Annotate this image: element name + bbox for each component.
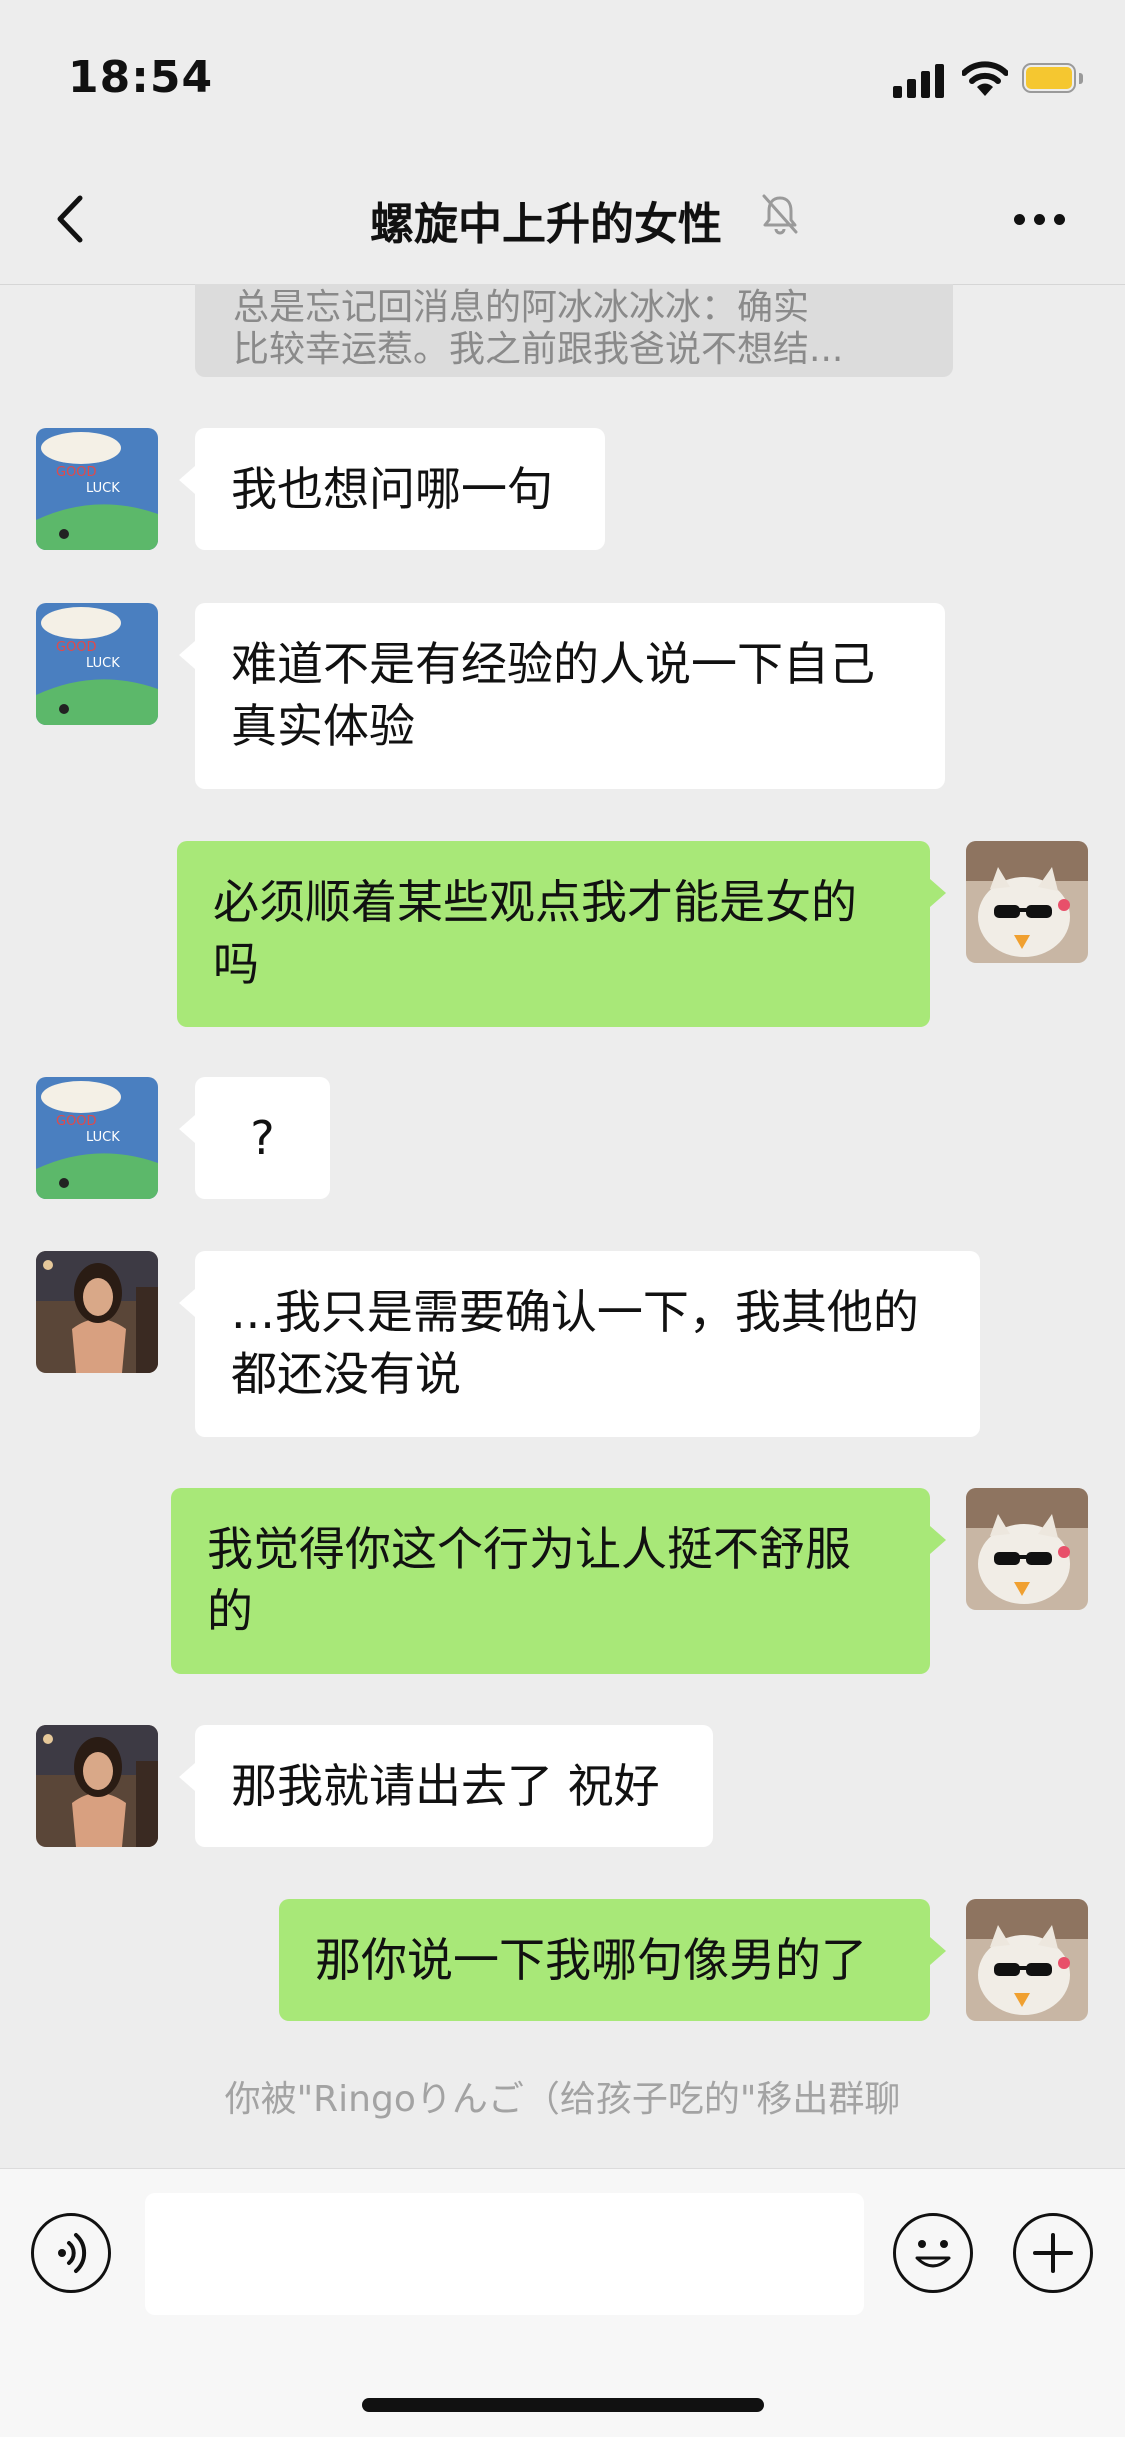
avatar-text: LUCK <box>86 1130 120 1145</box>
avatar-text: GOOD <box>56 640 97 655</box>
quoted-message-line: 比较幸运惹。我之前跟我爸说不想结... <box>233 329 844 370</box>
plus-icon[interactable] <box>1013 2213 1093 2293</box>
message-bubble[interactable]: 那我就请出去了 祝好 <box>179 1725 713 1847</box>
good-luck-avatar[interactable]: GOOD LUCK <box>36 428 158 550</box>
chat-title[interactable]: 螺旋中上升的女性 <box>370 188 722 252</box>
mute-bell-icon <box>762 194 798 235</box>
good-luck-avatar[interactable]: GOOD LUCK <box>36 603 158 725</box>
message-bubble[interactable]: 我觉得你这个行为让人挺不舒服的 <box>171 1488 946 1674</box>
cat-sunglasses-avatar[interactable] <box>966 1899 1088 2021</box>
system-notice: 你被"Ringoりんご（给孩子吃的"移出群聊 <box>224 2079 901 2120</box>
status-time: 18:54 <box>68 52 214 103</box>
quoted-message[interactable]: 总是忘记回消息的阿冰冰冰冰：确实 比较幸运惹。我之前跟我爸说不想结... <box>195 284 953 377</box>
woman-photo-avatar[interactable] <box>36 1251 158 1373</box>
woman-photo-avatar[interactable] <box>36 1725 158 1847</box>
voice-icon[interactable] <box>31 2213 111 2293</box>
input-bar <box>0 2168 1125 2437</box>
message-bubble[interactable]: ? <box>179 1077 330 1199</box>
avatar-text: GOOD <box>56 1114 97 1129</box>
good-luck-avatar[interactable]: GOOD LUCK <box>36 1077 158 1199</box>
emoji-icon[interactable] <box>893 2213 973 2293</box>
cat-sunglasses-avatar[interactable] <box>966 1488 1088 1610</box>
avatar-text: LUCK <box>86 481 120 496</box>
message-bubble[interactable]: ...我只是需要确认一下，我其他的都还没有说 <box>179 1251 980 1437</box>
nav-bar: 螺旋中上升的女性 <box>0 160 1125 285</box>
more-icon[interactable] <box>1010 210 1070 230</box>
cat-sunglasses-avatar[interactable] <box>966 841 1088 963</box>
avatar-text: GOOD <box>56 465 97 480</box>
message-bubble[interactable]: 必须顺着某些观点我才能是女的吗 <box>177 841 946 1027</box>
message-bubble[interactable]: 难道不是有经验的人说一下自己真实体验 <box>179 603 945 789</box>
battery-icon <box>1022 63 1084 95</box>
home-indicator[interactable] <box>362 2398 764 2412</box>
message-bubble[interactable]: 那你说一下我哪句像男的了 <box>279 1899 946 2021</box>
message-bubble[interactable]: 我也想问哪一句 <box>179 428 605 550</box>
avatar-text: LUCK <box>86 656 120 671</box>
wifi-icon <box>962 61 1008 96</box>
message-input[interactable] <box>145 2193 864 2315</box>
status-bar: 18:54 <box>0 0 1125 160</box>
signal-icon <box>893 62 947 98</box>
back-arrow-icon[interactable] <box>40 184 110 254</box>
